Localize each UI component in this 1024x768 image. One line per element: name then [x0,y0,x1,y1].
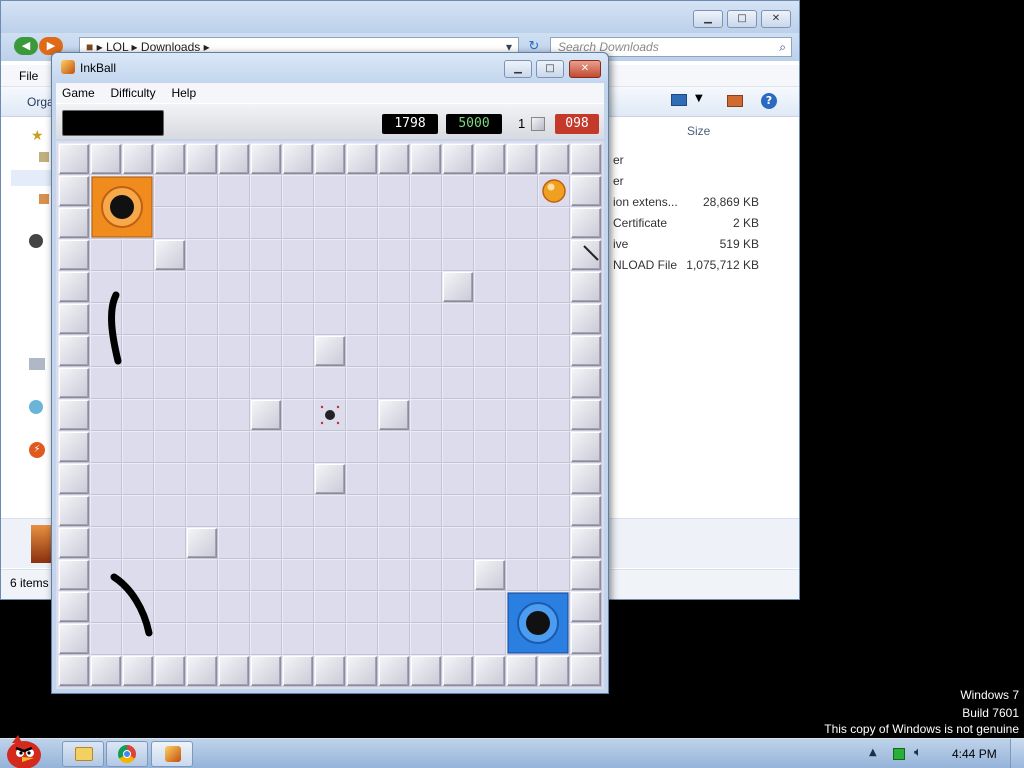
show-desktop-button[interactable] [1010,739,1024,768]
ink-color-indicator [62,110,164,136]
view-icon[interactable] [671,94,687,106]
watermark-line-2: Build 7601 [962,706,1019,720]
inkball-menubar: Game Difficulty Help [56,83,604,103]
pen-cursor-icon [583,245,599,261]
chrome-center-icon [123,750,131,758]
ink-stroke [108,291,122,365]
explorer-maximize-button[interactable]: □ [727,10,757,28]
inkball-title: InkBall [80,61,117,75]
inkball-maximize-button[interactable]: □ [536,60,564,78]
ball-highlight [547,183,555,191]
preview-pane-icon[interactable] [727,95,743,107]
explorer-close-button[interactable]: ✕ [761,10,791,28]
file-size: 519 KB [719,237,759,251]
file-name: ive [613,237,629,251]
blue-hole-center [526,611,550,635]
inkball-app-icon [61,60,75,74]
taskbar-explorer-button[interactable] [62,741,104,767]
file-size: 28,869 KB [702,195,759,209]
help-icon[interactable]: ? [761,93,777,109]
angry-bird-icon [7,735,41,768]
gray-hole-marker [320,405,324,409]
file-size: 2 KB [732,216,759,230]
game-board[interactable] [56,141,604,689]
computer-icon[interactable] [29,358,45,370]
ink-stroke [110,573,153,637]
watermark-line-3: This copy of Windows is not genuine [824,722,1019,736]
explorer-minimize-button[interactable]: ▁ [693,10,723,28]
taskbar: ▲ 🔈︎ 4:44 PM [0,735,1024,768]
col-size-header[interactable]: Size [687,124,710,138]
score-display: 1798 [382,114,438,134]
status-item-count: 6 items [10,576,49,590]
organize-button[interactable]: Orga [27,95,54,109]
taskbar-inkball-button[interactable] [151,741,193,767]
flash-icon[interactable]: ⚡ [29,442,45,458]
menu-help[interactable]: Help [165,83,202,103]
search-icon[interactable]: ⌕ [779,38,786,56]
show-hidden-icons-icon[interactable]: ▲ [869,747,877,758]
network-icon[interactable] [29,400,43,414]
inkball-icon [165,746,181,762]
gray-hole-marker [336,421,340,425]
inkball-minimize-button[interactable]: ▁ [504,60,532,78]
volume-icon[interactable]: 🔈︎ [914,745,922,760]
file-size: 1,075,712 KB [686,258,759,272]
back-button[interactable]: ◀ [14,37,38,55]
menu-game[interactable]: Game [56,83,101,103]
balls-remaining-count: 1 [518,116,526,131]
gray-hole-marker [336,405,340,409]
explorer-titlebar: ▁ □ ✕ [1,1,799,33]
start-button[interactable] [2,733,46,768]
ball-queue-icon [531,117,545,131]
watermark-line-1: Windows 7 [960,688,1019,702]
orange-ball [542,179,566,203]
inkball-titlebar[interactable]: InkBall ▁ □ ✕ [52,53,608,83]
explorer-nav-pane: ★ ⚡ [1,118,53,518]
file-name: er [613,174,624,188]
file-name: er [613,153,624,167]
file-thumbnail-icon [31,525,51,563]
menu-difficulty[interactable]: Difficulty [105,83,162,103]
network-status-icon[interactable] [893,748,905,760]
chevron-down-icon[interactable]: ▼ [695,93,703,104]
homegroup-icon[interactable] [29,234,43,248]
orange-hole-center [110,195,134,219]
inkball-close-button[interactable]: ✕ [569,60,601,78]
timer-display: 098 [555,114,599,134]
folder-icon [75,747,93,761]
menu-file[interactable]: File [19,69,38,83]
gray-hole-marker [320,421,324,425]
inkball-scorebar: 1798 5000 1 098 [56,103,604,139]
board-overlay [91,176,599,654]
target-score-display: 5000 [446,114,502,134]
clock[interactable]: 4:44 PM [952,747,997,761]
libraries-icon[interactable] [39,194,49,204]
taskbar-chrome-button[interactable] [106,741,148,767]
downloads-folder-icon[interactable] [11,170,53,186]
favorites-star-icon[interactable]: ★ [31,128,44,144]
gray-hole [325,410,335,420]
desktop-icon[interactable] [39,152,49,162]
